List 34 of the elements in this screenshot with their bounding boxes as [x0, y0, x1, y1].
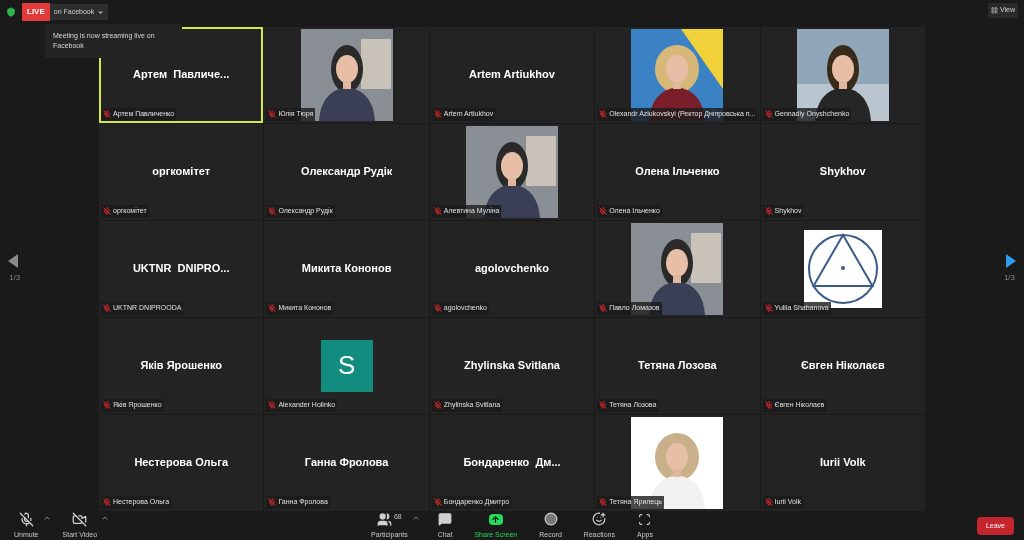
participant-name: Бондаренко Дм... — [463, 455, 561, 471]
page-indicator: 1/3 — [8, 272, 21, 284]
participant-name: Тетяна Лозова — [638, 358, 717, 374]
record-icon — [543, 512, 558, 526]
avatar: S — [320, 339, 373, 392]
participant-name: Shykhov — [819, 164, 866, 180]
shield-icon — [6, 7, 16, 17]
share-screen-icon — [488, 513, 503, 525]
smiley-icon — [592, 512, 607, 526]
muted-mic-icon — [18, 511, 34, 527]
participant-name: Яків Ярошенко — [140, 358, 222, 374]
page-indicator: 1/3 — [1003, 272, 1016, 284]
participant-name: Артем Павличе... — [133, 67, 230, 83]
participant-name: Artem Artiukhov — [469, 67, 555, 83]
participant-name: Ганна Фролова — [304, 455, 389, 471]
participant-name: Нестерова Ольга — [134, 455, 228, 471]
participant-name: UKTNR DNIPRO... — [132, 261, 230, 277]
caret-icon — [97, 8, 105, 16]
grid-icon — [990, 6, 998, 14]
participant-name: agolovchenko — [475, 261, 549, 277]
participant-name: Олександр Рудік — [300, 164, 393, 180]
participant-name: Zhylinska Svitlana — [464, 358, 560, 374]
live-badge: LIVE — [22, 3, 50, 21]
participant-name: оргкомітет — [152, 164, 211, 180]
apps-icon — [638, 512, 652, 526]
participant-name: Олена Ільченко — [635, 164, 720, 180]
previous-page-icon[interactable] — [8, 254, 18, 268]
participant-name: Iurii Volk — [819, 455, 866, 471]
video-off-icon — [72, 511, 88, 527]
chat-icon — [438, 512, 453, 526]
participant-name: Микита Кононов — [301, 261, 392, 277]
people-icon — [376, 511, 392, 527]
participant-name: Євген Ніколаєв — [800, 358, 885, 374]
next-page-icon[interactable] — [1006, 254, 1016, 268]
